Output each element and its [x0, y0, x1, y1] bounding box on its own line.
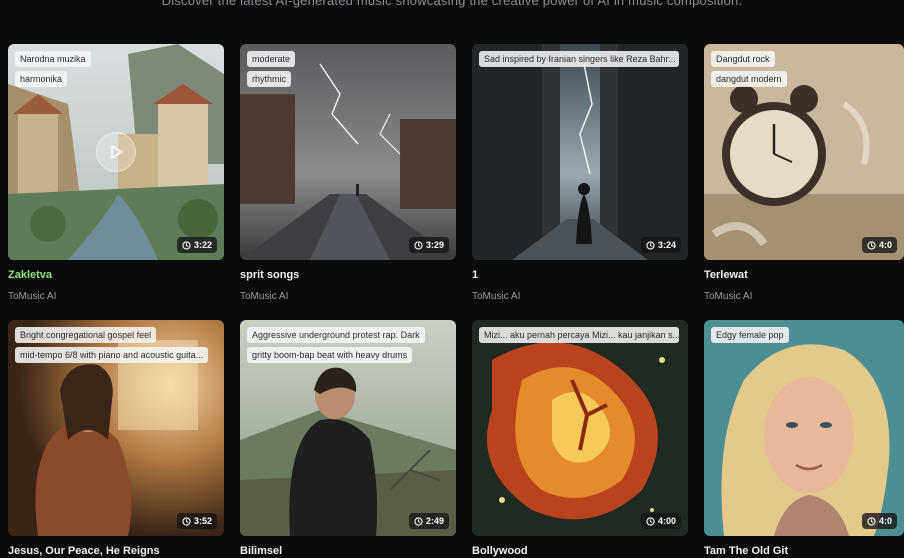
clock-icon — [646, 516, 655, 526]
page-subtitle: Discover the latest AI-generated music s… — [161, 0, 743, 8]
track-card[interactable]: Bright congregational gospel feel mid-te… — [8, 320, 224, 557]
tag-list: Mizi... aku pernah percaya Mizi... kau j… — [479, 327, 681, 343]
tag-list: Sad inspired by Iranian singers like Rez… — [479, 51, 681, 67]
duration-badge: 4:0 — [861, 513, 897, 529]
track-title[interactable]: Bollywood — [472, 545, 688, 557]
tag[interactable]: Sad inspired by Iranian singers like Rez… — [479, 51, 679, 67]
track-card[interactable]: Edgy female pop 4:0 Tam The Old Git — [704, 320, 904, 557]
tag[interactable]: Edgy female pop — [711, 327, 789, 343]
tag[interactable]: Narodna muzika — [15, 51, 91, 67]
duration-badge: 3:29 — [408, 237, 449, 253]
tag-list: Dangdut rock dangdut modern — [711, 51, 897, 87]
duration-text: 3:29 — [425, 240, 444, 250]
track-cover[interactable]: Dangdut rock dangdut modern 4:0 — [704, 44, 904, 260]
clock-icon — [414, 516, 423, 526]
tag[interactable]: Aggressive underground protest rap. Dark — [247, 327, 425, 343]
play-icon — [111, 145, 123, 159]
track-title[interactable]: Terlewat — [704, 269, 904, 281]
track-title[interactable]: Zakletva — [8, 269, 224, 281]
duration-text: 4:0 — [878, 516, 892, 526]
track-cover[interactable]: Bright congregational gospel feel mid-te… — [8, 320, 224, 536]
track-artist[interactable]: ToMusic AI — [240, 291, 456, 302]
cover-image — [472, 320, 688, 536]
tag[interactable]: moderate — [247, 51, 296, 67]
tag[interactable]: Bright congregational gospel feel — [15, 327, 157, 343]
track-cover[interactable]: Aggressive underground protest rap. Dark… — [240, 320, 456, 536]
duration-badge: 4:0 — [861, 237, 897, 253]
track-title[interactable]: 1 — [472, 269, 688, 281]
duration-badge: 4:00 — [640, 513, 681, 529]
track-cover[interactable]: Mizi... aku pernah percaya Mizi... kau j… — [472, 320, 688, 536]
track-card[interactable]: Aggressive underground protest rap. Dark… — [240, 320, 456, 557]
clock-icon — [182, 516, 191, 526]
track-title[interactable]: Jesus, Our Peace, He Reigns — [8, 545, 224, 557]
track-card[interactable]: Mizi... aku pernah percaya Mizi... kau j… — [472, 320, 688, 557]
track-title[interactable]: Bilimsel — [240, 545, 456, 557]
duration-text: 4:00 — [657, 516, 676, 526]
track-card[interactable]: Dangdut rock dangdut modern 4:0 Terlewat… — [704, 44, 904, 302]
track-artist[interactable]: ToMusic AI — [704, 291, 904, 302]
tag[interactable]: gritty boom-bap beat with heavy drums — [247, 347, 413, 363]
duration-text: 4:0 — [878, 240, 892, 250]
track-title[interactable]: Tam The Old Git — [704, 545, 904, 557]
track-artist[interactable]: ToMusic AI — [8, 291, 224, 302]
tag[interactable]: harmonika — [15, 71, 68, 87]
track-title[interactable]: sprit songs — [240, 269, 456, 281]
duration-badge: 2:49 — [408, 513, 449, 529]
tag-list: Narodna muzika harmonika — [15, 51, 217, 87]
tag[interactable]: rhythmic — [247, 71, 292, 87]
tag-list: Bright congregational gospel feel mid-te… — [15, 327, 217, 363]
duration-text: 3:22 — [193, 240, 212, 250]
track-artist[interactable]: ToMusic AI — [472, 291, 688, 302]
track-card[interactable]: Sad inspired by Iranian singers like Rez… — [472, 44, 688, 302]
tag[interactable]: Dangdut rock — [711, 51, 775, 67]
cover-image — [472, 44, 688, 260]
duration-badge: 3:52 — [176, 513, 217, 529]
play-button[interactable] — [96, 132, 136, 172]
track-cover[interactable]: moderate rhythmic 3:29 — [240, 44, 456, 260]
clock-icon — [414, 240, 423, 250]
track-cover[interactable]: Narodna muzika harmonika 3:22 — [8, 44, 224, 260]
cover-image — [704, 320, 904, 536]
tag-list: Edgy female pop — [711, 327, 897, 343]
clock-icon — [646, 240, 655, 250]
clock-icon — [867, 240, 876, 250]
tag[interactable]: Mizi... aku pernah percaya Mizi... kau j… — [479, 327, 679, 343]
duration-badge: 3:22 — [176, 237, 217, 253]
track-cover[interactable]: Edgy female pop 4:0 — [704, 320, 904, 536]
duration-text: 3:24 — [657, 240, 676, 250]
tag-list: Aggressive underground protest rap. Dark… — [247, 327, 449, 363]
duration-badge: 3:24 — [640, 237, 681, 253]
tag-list: moderate rhythmic — [247, 51, 449, 87]
clock-icon — [182, 240, 191, 250]
clock-icon — [867, 516, 876, 526]
track-cover[interactable]: Sad inspired by Iranian singers like Rez… — [472, 44, 688, 260]
duration-text: 2:49 — [425, 516, 444, 526]
duration-text: 3:52 — [193, 516, 212, 526]
track-card[interactable]: Narodna muzika harmonika 3:22 Zakletva T… — [8, 44, 224, 302]
tag[interactable]: mid-tempo 6/8 with piano and acoustic gu… — [15, 347, 209, 363]
tag[interactable]: dangdut modern — [711, 71, 787, 87]
track-card[interactable]: moderate rhythmic 3:29 sprit songs ToMus… — [240, 44, 456, 302]
